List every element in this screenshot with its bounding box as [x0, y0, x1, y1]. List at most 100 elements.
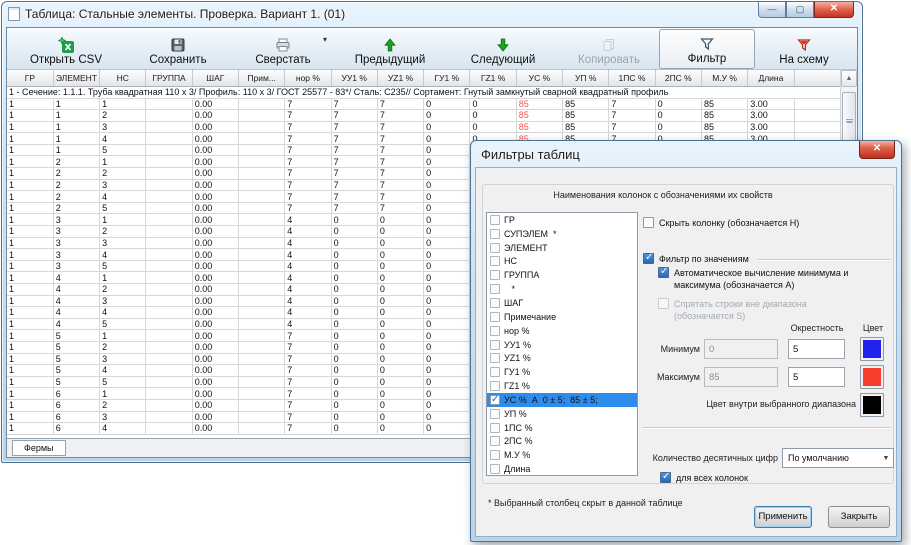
- toolbar-button-save[interactable]: Сохранить: [123, 29, 233, 69]
- columns-listbox[interactable]: ГРСУПЭЛЕМ *ЭЛЕМЕНТНСГРУППА *ШАГПримечани…: [486, 212, 638, 476]
- column-header[interactable]: Длина: [748, 70, 794, 86]
- list-item-5[interactable]: *: [487, 282, 637, 296]
- column-checkbox[interactable]: [490, 340, 500, 350]
- column-checkbox[interactable]: [490, 298, 500, 308]
- table-header-row: ГРЭЛЕМЕНТНСГРУППАШАГПрим...нор %УУ1 %УZ1…: [7, 70, 841, 86]
- column-checkbox[interactable]: [490, 395, 500, 405]
- column-checkbox[interactable]: [490, 353, 500, 363]
- list-item-8[interactable]: нор %: [487, 324, 637, 338]
- column-header[interactable]: ГРУППА: [146, 70, 192, 86]
- toolbar-button-arrow-up[interactable]: Предыдущий: [333, 29, 447, 69]
- dropdown-arrow-icon[interactable]: ▾: [323, 35, 327, 44]
- arrow-down-icon: [495, 36, 511, 54]
- decimals-value: По умолчанию: [783, 453, 879, 463]
- close-button[interactable]: Закрыть: [828, 506, 890, 528]
- minimum-value-field: [704, 339, 778, 359]
- toolbar-button-print[interactable]: ▾Сверстать: [233, 29, 333, 69]
- dialog-title: Фильтры таблиц: [481, 147, 580, 162]
- column-checkbox[interactable]: [490, 256, 500, 266]
- close-icon[interactable]: ✕: [814, 2, 854, 18]
- scroll-up-icon[interactable]: ▲: [841, 70, 857, 87]
- column-header[interactable]: УУ1 %: [331, 70, 377, 86]
- column-header[interactable]: ЭЛЕМЕНТ: [53, 70, 99, 86]
- column-header[interactable]: УZ1 %: [377, 70, 423, 86]
- list-item-6[interactable]: ШАГ: [487, 296, 637, 310]
- apply-button[interactable]: Применить: [754, 506, 812, 528]
- column-header[interactable]: Прим...: [238, 70, 284, 86]
- list-item-13[interactable]: УС % А 0 ± 5; 85 ± 5;: [487, 393, 637, 407]
- decimals-combobox[interactable]: По умолчанию ▼: [782, 448, 894, 468]
- column-header[interactable]: 1ПС %: [609, 70, 655, 86]
- column-checkbox[interactable]: [490, 409, 500, 419]
- column-checkbox[interactable]: [490, 381, 500, 391]
- list-item-12[interactable]: ГZ1 %: [487, 379, 637, 393]
- column-checkbox[interactable]: [490, 312, 500, 322]
- section-row: 1 - Сечение: 1.1.1. Труба квадратная 110…: [7, 86, 841, 98]
- column-checkbox[interactable]: [490, 464, 500, 474]
- column-header[interactable]: ГУ1 %: [424, 70, 470, 86]
- column-header[interactable]: 2ПС %: [655, 70, 701, 86]
- toolbar-button-arrow-down[interactable]: Следующий: [447, 29, 559, 69]
- list-item-17[interactable]: М.У %: [487, 448, 637, 462]
- column-checkbox[interactable]: [490, 270, 500, 280]
- toolbar-button-csv-open[interactable]: Открыть CSV: [9, 29, 123, 69]
- column-checkbox[interactable]: [490, 215, 500, 225]
- divider: [758, 259, 890, 260]
- list-item-11[interactable]: ГУ1 %: [487, 365, 637, 379]
- main-titlebar[interactable]: Таблица: Стальные элементы. Проверка. Ва…: [2, 2, 862, 26]
- list-item-7[interactable]: Примечание: [487, 310, 637, 324]
- filter-by-values-checkbox[interactable]: [643, 253, 654, 264]
- list-item-10[interactable]: УZ1 %: [487, 351, 637, 365]
- maximum-neighborhood-field[interactable]: [788, 367, 845, 387]
- maximize-icon[interactable]: ▢: [786, 2, 814, 18]
- list-item-15[interactable]: 1ПС %: [487, 421, 637, 435]
- dialog-close-icon[interactable]: ✕: [859, 141, 895, 159]
- all-columns-checkbox[interactable]: [660, 472, 671, 483]
- column-checkbox[interactable]: [490, 326, 500, 336]
- list-item-3[interactable]: НС: [487, 255, 637, 269]
- column-header[interactable]: ГZ1 %: [470, 70, 516, 86]
- tab-fermy[interactable]: Фермы: [12, 440, 66, 456]
- list-item-16[interactable]: 2ПС %: [487, 435, 637, 449]
- toolbar-button-filter[interactable]: Фильтр: [659, 29, 755, 69]
- column-checkbox[interactable]: [490, 367, 500, 377]
- column-checkbox[interactable]: [490, 284, 500, 294]
- list-item-0[interactable]: ГР: [487, 213, 637, 227]
- column-header[interactable]: М.У %: [701, 70, 747, 86]
- list-item-1[interactable]: СУПЭЛЕМ *: [487, 227, 637, 241]
- column-checkbox[interactable]: [490, 450, 500, 460]
- column-checkbox[interactable]: [490, 436, 500, 446]
- decimals-label: Количество десятичных цифр: [644, 453, 778, 463]
- maximum-value-field: [704, 367, 778, 387]
- auto-minmax-checkbox[interactable]: [658, 267, 669, 278]
- table-row[interactable]: 1120.0077700858570853.00: [7, 110, 841, 122]
- list-item-18[interactable]: Длина: [487, 462, 637, 476]
- hide-rows-checkbox: [658, 298, 669, 309]
- toolbar: Открыть CSVСохранить▾СверстатьПредыдущий…: [7, 28, 857, 70]
- column-checkbox[interactable]: [490, 423, 500, 433]
- hide-column-checkbox[interactable]: [643, 217, 654, 228]
- column-header[interactable]: ГР: [7, 70, 53, 86]
- column-checkbox[interactable]: [490, 243, 500, 253]
- list-item-4[interactable]: ГРУППА: [487, 268, 637, 282]
- table-row[interactable]: 1130.0077700858570853.00: [7, 121, 841, 133]
- dialog-titlebar[interactable]: Фильтры таблиц: [471, 141, 901, 167]
- column-header[interactable]: УС %: [516, 70, 562, 86]
- table-row[interactable]: 1110.0077700858570853.00: [7, 98, 841, 110]
- min-color-swatch[interactable]: [860, 337, 884, 361]
- list-item-14[interactable]: УП %: [487, 407, 637, 421]
- screen: Таблица: Стальные элементы. Проверка. Ва…: [0, 0, 911, 545]
- minimize-icon[interactable]: —: [758, 2, 786, 18]
- toolbar-button-filter-red[interactable]: На схему: [755, 29, 853, 69]
- column-header[interactable]: УП %: [563, 70, 609, 86]
- list-item-9[interactable]: УУ1 %: [487, 338, 637, 352]
- list-item-2[interactable]: ЭЛЕМЕНТ: [487, 241, 637, 255]
- range-color-swatch[interactable]: [860, 393, 884, 417]
- chevron-down-icon[interactable]: ▼: [879, 455, 893, 462]
- column-checkbox[interactable]: [490, 229, 500, 239]
- max-color-swatch[interactable]: [860, 365, 884, 389]
- column-header[interactable]: нор %: [285, 70, 331, 86]
- minimum-neighborhood-field[interactable]: [788, 339, 845, 359]
- column-header[interactable]: НС: [100, 70, 146, 86]
- column-header[interactable]: ШАГ: [192, 70, 238, 86]
